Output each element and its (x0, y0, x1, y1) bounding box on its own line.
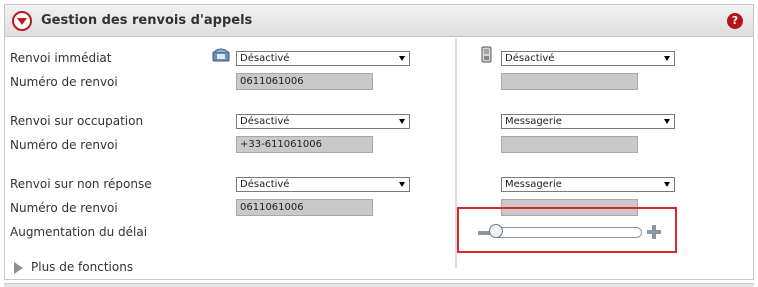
plus-icon[interactable] (647, 225, 661, 239)
busy-number-label: Numéro de renvoi (10, 138, 118, 152)
no-answer-number-label: Numéro de renvoi (10, 201, 118, 215)
dropdown-arrow-icon (399, 182, 405, 187)
delay-slider-thumb[interactable] (489, 224, 503, 238)
next-panel-edge (4, 283, 754, 287)
immediate-number-label: Numéro de renvoi (10, 75, 118, 89)
no-answer-mobile-select[interactable]: Messagerie (501, 177, 675, 192)
delay-slider-track[interactable] (492, 227, 642, 238)
delay-slider-highlight (457, 207, 677, 253)
no-answer-fixed-select[interactable]: Désactivé (236, 177, 410, 192)
dropdown-arrow-icon (399, 56, 405, 61)
delay-label: Augmentation du délai (10, 225, 148, 239)
immediate-mobile-select[interactable]: Désactivé (501, 51, 675, 66)
immediate-fixed-select[interactable]: Désactivé (236, 51, 410, 66)
immediate-mobile-number-field[interactable] (501, 73, 638, 90)
no-answer-fixed-number-field[interactable]: 0611061006 (236, 199, 373, 216)
busy-mobile-select[interactable]: Messagerie (501, 114, 675, 129)
dropdown-arrow-icon (399, 119, 405, 124)
busy-mobile-number-field[interactable] (501, 136, 638, 153)
immediate-fixed-number-field[interactable]: 0611061006 (236, 73, 373, 90)
mobile-phone-icon (481, 46, 492, 63)
busy-forward-label: Renvoi sur occupation (10, 114, 144, 128)
panel-header: Gestion des renvois d'appels ? (5, 5, 753, 37)
immediate-forward-label: Renvoi immédiat (10, 51, 112, 65)
desk-phone-icon (212, 48, 230, 62)
panel-title: Gestion des renvois d'appels (41, 13, 253, 28)
dropdown-arrow-icon (664, 119, 670, 124)
help-icon[interactable]: ? (727, 13, 743, 29)
collapse-toggle-icon[interactable] (12, 11, 32, 31)
no-answer-forward-label: Renvoi sur non réponse (10, 177, 152, 191)
busy-fixed-select[interactable]: Désactivé (236, 114, 410, 129)
dropdown-arrow-icon (664, 182, 670, 187)
dropdown-arrow-icon (664, 56, 670, 61)
expand-triangle-icon (14, 262, 23, 274)
busy-fixed-number-field[interactable]: +33-611061006 (236, 136, 373, 153)
